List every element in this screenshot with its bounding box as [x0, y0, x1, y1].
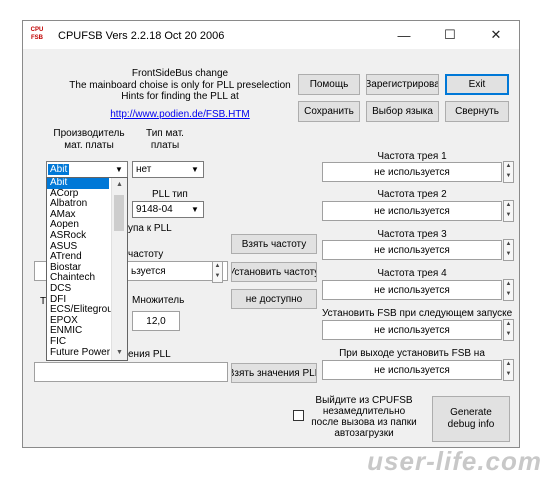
scroll-down-icon[interactable]: ▼: [112, 346, 127, 360]
board-type-value: нет: [136, 164, 152, 175]
not-available-button[interactable]: не доступно: [231, 289, 317, 309]
set-frequency-button[interactable]: Установить частоту: [231, 262, 317, 282]
multiplier-field: 12,0: [132, 311, 180, 331]
info-line-1: FrontSideBus change: [131, 68, 229, 79]
multiplier-label: Множитель: [132, 295, 185, 306]
tray-field-3: не используется: [322, 240, 502, 260]
next-start-fsb-spinner[interactable]: ▲ ▼: [503, 319, 514, 341]
tray-label-1: Частота трея 1: [377, 151, 447, 162]
get-pll-values-button[interactable]: Взять значения PLL: [231, 363, 317, 383]
chevron-down-icon[interactable]: ▼: [188, 163, 202, 177]
minimize-button[interactable]: Свернуть: [445, 101, 509, 122]
tray-spinner-3[interactable]: ▲ ▼: [503, 239, 514, 261]
manufacturer-combo[interactable]: Abit ▼: [46, 161, 128, 178]
pll-type-label: PLL тип: [152, 189, 188, 200]
close-window-icon[interactable]: ✕: [473, 21, 519, 49]
manufacturer-selected: Abit: [48, 164, 70, 175]
scroll-up-icon[interactable]: ▲: [112, 178, 127, 192]
dropdown-scrollbar[interactable]: ▲ ▼: [111, 178, 127, 360]
help-button[interactable]: Помощь: [298, 74, 360, 95]
exit-button[interactable]: Exit: [445, 74, 509, 95]
get-frequency-button[interactable]: Взять частоту: [231, 234, 317, 254]
pll-type-value: 9148-04: [136, 204, 173, 215]
podien-link[interactable]: http://www.podien.de/FSB.HTM: [70, 109, 290, 120]
pll-type-combo[interactable]: 9148-04 ▼: [132, 201, 204, 218]
pll-values-field: [34, 362, 228, 382]
tray-label-2: Частота трея 2: [377, 189, 447, 200]
exit-fsb-field: не используется: [322, 360, 502, 380]
cpufsb-app-icon: CPU FSB: [30, 27, 44, 41]
exit-fsb-spinner[interactable]: ▲ ▼: [503, 359, 514, 381]
tray-spinner-2[interactable]: ▲ ▼: [503, 200, 514, 222]
board-type-combo[interactable]: нет ▼: [132, 161, 204, 178]
manufacturer-option[interactable]: ASRock: [47, 230, 109, 242]
generate-debug-info-button[interactable]: Generate debug info: [432, 396, 510, 442]
exit-fsb-label: При выходе установить FSB на: [339, 348, 485, 359]
frequency-label: частоту: [128, 249, 164, 260]
chevron-down-icon[interactable]: ▼: [112, 163, 126, 177]
manufacturer-dropdown-list[interactable]: Abit ACorp Albatron AMax Aopen ASRock ASUS ATre…: [46, 177, 128, 361]
info-line-3: Hints for finding the PLL at: [121, 91, 239, 102]
next-start-fsb-label: Установить FSB при следующем запуске: [322, 308, 513, 319]
tray-field-4: не используется: [322, 280, 502, 300]
manufacturer-label: Производитель мат. платы: [53, 128, 125, 151]
language-button[interactable]: Выбор языка: [366, 101, 439, 122]
tray-label-3: Частота трея 3: [377, 229, 447, 240]
manufacturer-option[interactable]: DCS: [47, 283, 109, 295]
window-title: CPUFSB Vers 2.2.18 Oct 20 2006: [58, 30, 225, 42]
chevron-down-icon[interactable]: ▼: [188, 203, 202, 217]
minimize-window-icon[interactable]: —: [381, 21, 427, 49]
next-start-fsb-field: не используется: [322, 320, 502, 340]
maximize-window-icon[interactable]: ☐: [427, 21, 473, 49]
manufacturer-option[interactable]: FIC: [47, 336, 109, 348]
board-type-label: Тип мат. платы: [146, 128, 184, 151]
tray-field-2: не используется: [322, 201, 502, 221]
watermark: user-life.com: [367, 446, 542, 476]
save-button[interactable]: Сохранить: [298, 101, 360, 122]
tray-label-4: Частота трея 4: [377, 268, 447, 279]
pll-values-label: ения PLL: [128, 349, 171, 360]
register-button[interactable]: Зарегистрирова: [366, 74, 439, 95]
tray-spinner-4[interactable]: ▲ ▼: [503, 279, 514, 301]
tray-spinner-1[interactable]: ▲ ▼: [503, 161, 514, 183]
frequency-spinner[interactable]: ▲ ▼: [212, 261, 223, 283]
manufacturer-option[interactable]: Abit: [47, 178, 109, 189]
info-line-2: The mainboard choise is only for PLL pre…: [69, 80, 291, 91]
tray-field-1: не используется: [322, 162, 502, 182]
manufacturer-option[interactable]: Future Power: [47, 347, 110, 359]
exit-after-autostart-label: Выйдите из CPUFSB незамедлительно после …: [311, 395, 417, 439]
access-pll-label: упа к PLL: [128, 223, 172, 234]
scrollbar-thumb[interactable]: [114, 195, 124, 231]
exit-after-autostart-checkbox[interactable]: [293, 410, 304, 421]
current-frequency-value: ьзуется: [131, 265, 166, 277]
